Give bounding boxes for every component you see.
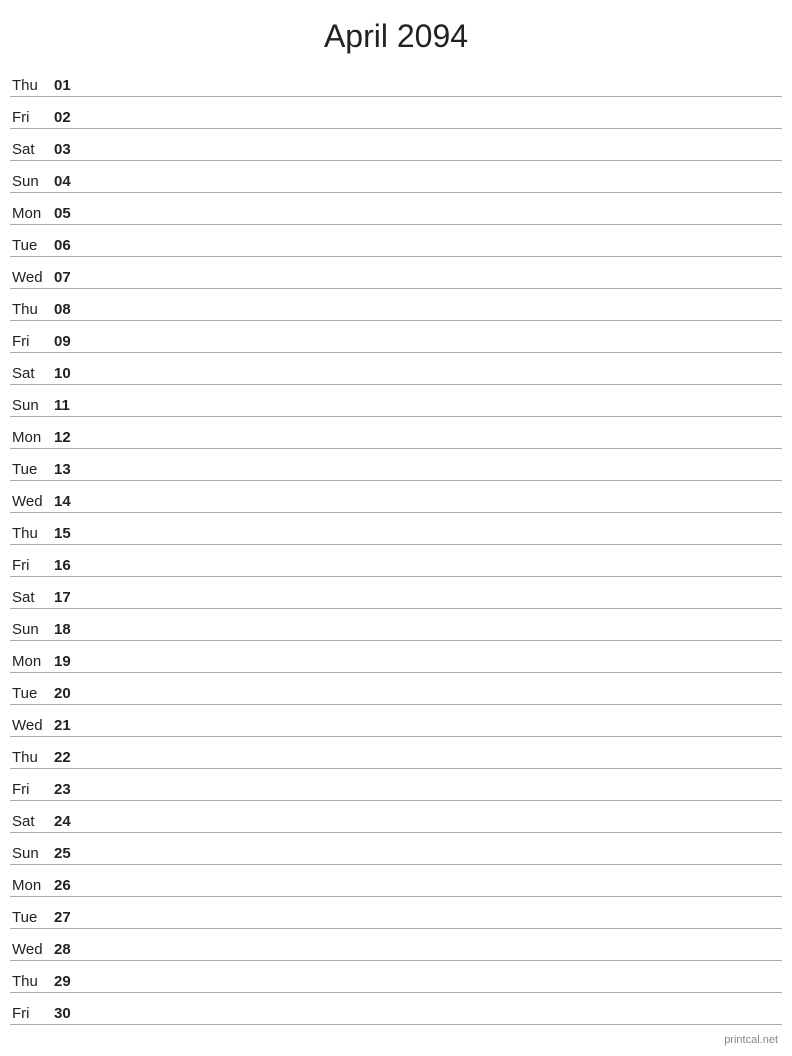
day-row: Fri02 bbox=[10, 97, 782, 129]
day-row: Sun04 bbox=[10, 161, 782, 193]
day-name: Thu bbox=[10, 301, 54, 318]
day-number: 03 bbox=[54, 141, 84, 158]
day-row: Sat24 bbox=[10, 801, 782, 833]
day-row: Sat10 bbox=[10, 353, 782, 385]
day-row: Fri09 bbox=[10, 321, 782, 353]
day-number: 27 bbox=[54, 909, 84, 926]
day-number: 24 bbox=[54, 813, 84, 830]
day-row: Wed14 bbox=[10, 481, 782, 513]
day-name: Fri bbox=[10, 557, 54, 574]
day-number: 01 bbox=[54, 77, 84, 94]
day-name: Sun bbox=[10, 173, 54, 190]
calendar-grid: Thu01Fri02Sat03Sun04Mon05Tue06Wed07Thu08… bbox=[0, 65, 792, 1025]
day-name: Mon bbox=[10, 877, 54, 894]
day-number: 19 bbox=[54, 653, 84, 670]
day-name: Thu bbox=[10, 973, 54, 990]
day-row: Wed07 bbox=[10, 257, 782, 289]
day-number: 10 bbox=[54, 365, 84, 382]
day-number: 04 bbox=[54, 173, 84, 190]
day-number: 15 bbox=[54, 525, 84, 542]
day-name: Sat bbox=[10, 813, 54, 830]
day-name: Wed bbox=[10, 717, 54, 734]
day-name: Sun bbox=[10, 845, 54, 862]
day-number: 07 bbox=[54, 269, 84, 286]
day-name: Thu bbox=[10, 77, 54, 94]
day-name: Tue bbox=[10, 461, 54, 478]
day-name: Tue bbox=[10, 237, 54, 254]
day-row: Mon26 bbox=[10, 865, 782, 897]
day-row: Thu29 bbox=[10, 961, 782, 993]
day-number: 30 bbox=[54, 1005, 84, 1022]
day-row: Mon19 bbox=[10, 641, 782, 673]
day-row: Thu01 bbox=[10, 65, 782, 97]
day-number: 25 bbox=[54, 845, 84, 862]
day-name: Mon bbox=[10, 205, 54, 222]
day-row: Sat17 bbox=[10, 577, 782, 609]
day-number: 11 bbox=[54, 397, 84, 414]
day-number: 06 bbox=[54, 237, 84, 254]
day-row: Tue06 bbox=[10, 225, 782, 257]
day-name: Fri bbox=[10, 1005, 54, 1022]
day-name: Mon bbox=[10, 429, 54, 446]
day-number: 12 bbox=[54, 429, 84, 446]
day-name: Fri bbox=[10, 333, 54, 350]
day-number: 21 bbox=[54, 717, 84, 734]
day-row: Thu22 bbox=[10, 737, 782, 769]
page-title: April 2094 bbox=[0, 0, 792, 65]
day-name: Mon bbox=[10, 653, 54, 670]
day-row: Sun11 bbox=[10, 385, 782, 417]
day-row: Fri16 bbox=[10, 545, 782, 577]
day-row: Thu15 bbox=[10, 513, 782, 545]
day-row: Tue13 bbox=[10, 449, 782, 481]
day-number: 29 bbox=[54, 973, 84, 990]
day-row: Tue20 bbox=[10, 673, 782, 705]
day-number: 18 bbox=[54, 621, 84, 638]
day-row: Sun18 bbox=[10, 609, 782, 641]
day-name: Sun bbox=[10, 621, 54, 638]
day-number: 14 bbox=[54, 493, 84, 510]
day-name: Sat bbox=[10, 589, 54, 606]
day-number: 17 bbox=[54, 589, 84, 606]
day-name: Tue bbox=[10, 909, 54, 926]
day-name: Sat bbox=[10, 365, 54, 382]
day-name: Tue bbox=[10, 685, 54, 702]
day-number: 02 bbox=[54, 109, 84, 126]
day-number: 13 bbox=[54, 461, 84, 478]
day-row: Sat03 bbox=[10, 129, 782, 161]
day-number: 05 bbox=[54, 205, 84, 222]
day-number: 09 bbox=[54, 333, 84, 350]
day-row: Mon12 bbox=[10, 417, 782, 449]
day-row: Sun25 bbox=[10, 833, 782, 865]
day-row: Fri23 bbox=[10, 769, 782, 801]
day-row: Tue27 bbox=[10, 897, 782, 929]
day-number: 22 bbox=[54, 749, 84, 766]
day-row: Wed28 bbox=[10, 929, 782, 961]
day-number: 08 bbox=[54, 301, 84, 318]
day-number: 26 bbox=[54, 877, 84, 894]
day-name: Wed bbox=[10, 269, 54, 286]
day-row: Thu08 bbox=[10, 289, 782, 321]
day-number: 23 bbox=[54, 781, 84, 798]
day-name: Sat bbox=[10, 141, 54, 158]
day-name: Wed bbox=[10, 493, 54, 510]
day-number: 20 bbox=[54, 685, 84, 702]
day-number: 28 bbox=[54, 941, 84, 958]
day-number: 16 bbox=[54, 557, 84, 574]
day-row: Mon05 bbox=[10, 193, 782, 225]
day-row: Wed21 bbox=[10, 705, 782, 737]
day-name: Fri bbox=[10, 109, 54, 126]
day-name: Fri bbox=[10, 781, 54, 798]
day-name: Thu bbox=[10, 749, 54, 766]
watermark: printcal.net bbox=[724, 1034, 778, 1046]
day-row: Fri30 bbox=[10, 993, 782, 1025]
day-name: Wed bbox=[10, 941, 54, 958]
day-name: Thu bbox=[10, 525, 54, 542]
day-name: Sun bbox=[10, 397, 54, 414]
